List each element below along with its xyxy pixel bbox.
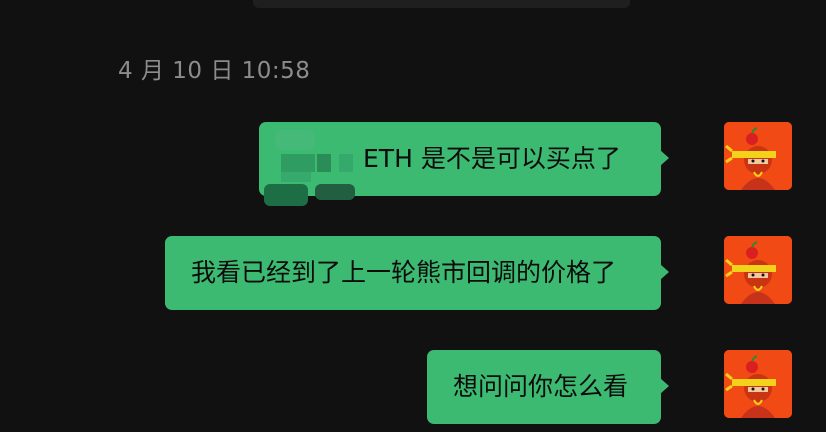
top-bar (253, 0, 630, 8)
message-bubble[interactable]: 想问问你怎么看 (427, 350, 669, 424)
user-avatar[interactable] (724, 122, 792, 190)
message-text: 想问问你怎么看 (453, 372, 629, 401)
character-avatar-icon (724, 350, 792, 418)
message-bubble[interactable]: ETH 是不是可以买点了 (259, 122, 669, 206)
message-bubble[interactable]: 我看已经到了上一轮熊市回调的价格了 (165, 236, 669, 310)
user-avatar[interactable] (724, 236, 792, 304)
message-row: 想问问你怎么看 (0, 350, 792, 424)
character-avatar-icon (724, 236, 792, 304)
message-row: ETH 是不是可以买点了 (0, 122, 792, 206)
message-text: 我看已经到了上一轮熊市回调的价格了 (191, 258, 617, 287)
user-avatar[interactable] (724, 350, 792, 418)
chat-window: 4 月 10 日 10:58 ETH 是不是可以买点了 我看已经到了上一轮熊市回… (0, 0, 826, 432)
message-timestamp: 4 月 10 日 10:58 (118, 58, 311, 84)
character-avatar-icon (724, 122, 792, 190)
redacted-name-patch (264, 130, 355, 206)
message-row: 我看已经到了上一轮熊市回调的价格了 (0, 236, 792, 310)
message-text: ETH 是不是可以买点了 (363, 144, 621, 173)
